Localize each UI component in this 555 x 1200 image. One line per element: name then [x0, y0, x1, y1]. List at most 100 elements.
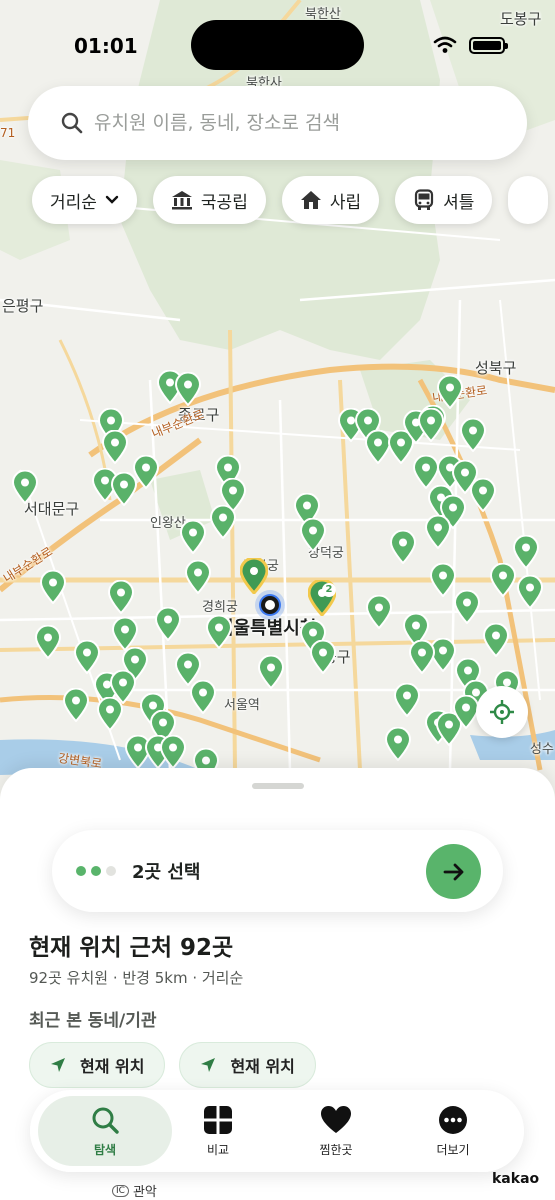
sort-dropdown[interactable]: 거리순	[32, 176, 137, 224]
selection-dot	[91, 866, 101, 876]
compare-selection-bar[interactable]: 2곳 선택	[52, 830, 503, 912]
filter-more-partial[interactable]	[508, 176, 549, 224]
map-pin-icon	[425, 515, 451, 549]
kindergarten-pin[interactable]	[418, 408, 444, 442]
tab-favorites[interactable]: 찜한곳	[269, 1096, 403, 1166]
kindergarten-pin[interactable]	[513, 535, 539, 569]
kindergarten-pin[interactable]	[437, 375, 463, 409]
map-label-seongbukgu: 성북구	[475, 359, 517, 377]
tab-compare[interactable]: 비교	[151, 1096, 285, 1166]
kindergarten-pin[interactable]	[35, 625, 61, 659]
kindergarten-pin[interactable]	[460, 418, 486, 452]
map-pin-icon	[310, 640, 336, 674]
search-bar[interactable]	[28, 86, 527, 160]
map-label-route-71: 71	[0, 126, 16, 140]
cluster-pin[interactable]	[240, 558, 268, 594]
compare-go-button[interactable]	[426, 844, 481, 899]
kindergarten-pin[interactable]	[425, 515, 451, 549]
kindergarten-pin[interactable]	[190, 680, 216, 714]
tab-compare-label: 비교	[206, 1142, 230, 1157]
map-pin-icon	[40, 570, 66, 604]
map-pin-icon	[110, 670, 136, 704]
kindergarten-pin[interactable]	[390, 530, 416, 564]
kindergarten-pin[interactable]	[483, 623, 509, 657]
map-pin-icon	[437, 375, 463, 409]
heart-icon	[321, 1105, 351, 1133]
map-pin-icon	[460, 418, 486, 452]
crosshair-icon	[490, 700, 514, 724]
selection-dot	[76, 866, 86, 876]
kindergarten-pin[interactable]	[394, 683, 420, 717]
kindergarten-pin[interactable]	[185, 560, 211, 594]
status-time: 01:01	[74, 34, 138, 58]
kindergarten-pin[interactable]	[63, 688, 89, 722]
locate-me-button[interactable]	[476, 686, 528, 738]
kindergarten-pin[interactable]	[430, 563, 456, 597]
search-input[interactable]	[94, 112, 474, 134]
map-pin-icon	[418, 408, 444, 442]
kindergarten-pin[interactable]	[300, 518, 326, 552]
filter-private-label: 사립	[329, 192, 362, 213]
recent-item-current-location[interactable]: 현재 위치	[29, 1042, 166, 1088]
sheet-drag-handle[interactable]	[252, 783, 304, 789]
map-pin-icon	[206, 615, 232, 649]
kindergarten-pin[interactable]	[454, 590, 480, 624]
kindergarten-pin[interactable]	[180, 520, 206, 554]
kindergarten-pin[interactable]	[160, 735, 186, 769]
map-pin-icon	[35, 625, 61, 659]
map-pin-icon	[454, 590, 480, 624]
map-pin-icon	[74, 640, 100, 674]
kindergarten-pin[interactable]	[155, 607, 181, 641]
filter-private[interactable]: 사립	[281, 176, 380, 224]
arrow-right-icon	[443, 863, 463, 880]
wifi-icon	[433, 36, 457, 53]
bank-icon	[171, 191, 192, 210]
map-pin-icon	[483, 623, 509, 657]
recent-item-current-location[interactable]: 현재 위치	[179, 1042, 316, 1088]
kindergarten-pin[interactable]	[409, 640, 435, 674]
chevron-down-icon	[105, 195, 119, 204]
filter-shuttle[interactable]: 셔틀	[395, 176, 493, 224]
filter-public[interactable]: 국공립	[152, 176, 266, 224]
kindergarten-pin[interactable]	[490, 563, 516, 597]
map-label-gwanak: 관악	[132, 1185, 157, 1200]
more-icon	[439, 1105, 467, 1134]
map-pin-icon	[112, 617, 138, 651]
kindergarten-pin[interactable]	[210, 505, 236, 539]
dynamic-island	[191, 20, 364, 70]
map-pin-icon	[155, 607, 181, 641]
kindergarten-pin[interactable]	[112, 617, 138, 651]
map-pin-icon	[490, 563, 516, 597]
kindergarten-pin[interactable]	[74, 640, 100, 674]
kindergarten-pin[interactable]	[133, 455, 159, 489]
kindergarten-pin[interactable]	[40, 570, 66, 604]
kindergarten-pin[interactable]	[108, 580, 134, 614]
current-location-marker	[255, 590, 285, 620]
tab-favorites-label: 찜한곳	[319, 1142, 353, 1157]
kindergarten-pin[interactable]	[413, 455, 439, 489]
map-label-eunpyeonggu: 은평구	[2, 297, 44, 315]
kindergarten-pin[interactable]	[12, 470, 38, 504]
kindergarten-pin[interactable]	[110, 670, 136, 704]
map-pin-icon	[175, 372, 201, 406]
map-label-gwanak-ic: IC 관악	[112, 1181, 157, 1200]
map-pin-icon	[366, 595, 392, 629]
kindergarten-pin[interactable]	[206, 615, 232, 649]
filter-chip-row: 거리순 국공립 사립 셔틀	[32, 176, 549, 224]
kindergarten-pin[interactable]	[470, 478, 496, 512]
map-pin-icon	[300, 518, 326, 552]
selection-dots	[76, 866, 116, 876]
kindergarten-pin[interactable]	[258, 655, 284, 689]
kindergarten-pin[interactable]	[310, 640, 336, 674]
kindergarten-pin[interactable]	[175, 372, 201, 406]
kindergarten-pin[interactable]	[102, 430, 128, 464]
recent-item-label: 현재 위치	[80, 1057, 145, 1076]
kindergarten-pin[interactable]	[385, 727, 411, 761]
map-pin-icon	[63, 688, 89, 722]
recent-section-title: 최근 본 동네/기관	[29, 1011, 157, 1031]
kindergarten-pin[interactable]	[517, 575, 543, 609]
tab-more[interactable]: 더보기	[386, 1096, 520, 1166]
kindergarten-pin[interactable]	[366, 595, 392, 629]
compare-count-label: 2곳 선택	[132, 862, 201, 883]
map-pin-icon	[430, 563, 456, 597]
